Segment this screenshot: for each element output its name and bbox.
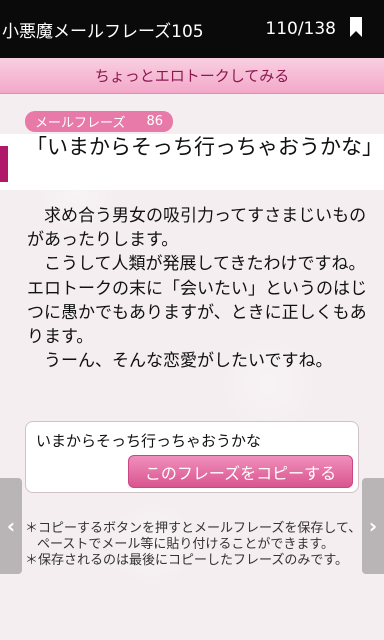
description-paragraph: うーん、そんな恋愛がしたいですね。 <box>44 351 333 372</box>
category-label: ちょっとエロトークしてみる <box>94 67 290 85</box>
category-header: ちょっとエロトークしてみる <box>0 58 384 94</box>
copy-box: いまからそっち行っちゃおうかな このフレーズをコピーする <box>25 421 359 493</box>
page-counter: 110/138 <box>265 19 336 39</box>
note-item: ＊コピーするボタンを押すとメールフレーズを保存して、ペーストでメール等に貼り付け… <box>25 521 362 552</box>
previous-button[interactable]: ‹ <box>0 478 22 574</box>
copy-phrase-text: いまからそっち行っちゃおうかな <box>36 432 262 450</box>
phrase-marker <box>0 146 8 182</box>
badge-number: 86 <box>146 114 163 129</box>
bookmark-icon[interactable] <box>350 17 362 37</box>
phrase-badge: メールフレーズ 86 <box>25 111 173 132</box>
note-item: ＊保存されるのは最後にコピーしたフレーズのみです。 <box>25 553 349 568</box>
next-button[interactable]: › <box>362 478 384 574</box>
description-paragraph: 求め合う男女の吸引力ってすさまじいものがあったりします。 <box>27 206 367 251</box>
title-bar: 小悪魔メールフレーズ105 110/138 <box>0 0 384 58</box>
phrase-title: 「いまからそっち行っちゃおうかな」 <box>26 135 383 159</box>
description-paragraph: こうして人類が発展してきたわけですね。エロトークの末に「会いたい」というのはじつ… <box>27 254 367 348</box>
app-title: 小悪魔メールフレーズ105 <box>2 21 204 42</box>
usage-notes: ＊コピーするボタンを押すとメールフレーズを保存して、ペーストでメール等に貼り付け… <box>25 521 363 569</box>
phrase-description: 求め合う男女の吸引力ってすさまじいものがあったりします。 こうして人類が発展して… <box>27 204 367 373</box>
badge-label: メールフレーズ <box>35 116 126 131</box>
copy-phrase-button[interactable]: このフレーズをコピーする <box>128 455 353 488</box>
chevron-right-icon: › <box>368 514 378 538</box>
chevron-left-icon: ‹ <box>6 514 16 538</box>
